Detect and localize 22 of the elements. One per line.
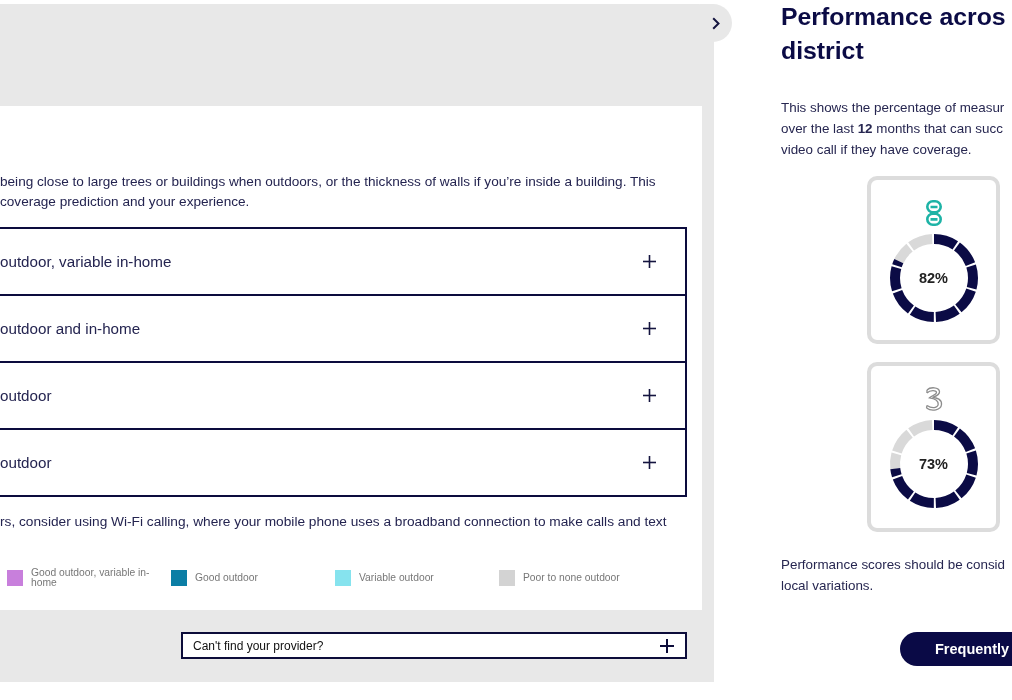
swirl-logo-icon (923, 386, 944, 412)
faq-button[interactable]: Frequently (900, 632, 1012, 666)
score-ring-remainder (893, 234, 934, 264)
plus-icon (643, 389, 656, 402)
plus-icon (660, 638, 674, 653)
coverage-info-text: being close to large trees or buildings when outdoors, or the thickness of walls if you’re inside a building. This coverage prediction and your experience. (0, 173, 657, 211)
plus-icon (643, 456, 656, 469)
performance-description: This shows the percentage of measur over the last 12 months that can succ video call if they have coverage. (781, 99, 1005, 159)
performance-note: Performance scores should be consid local variations. (781, 556, 1006, 595)
score-percentage: 82% (919, 270, 948, 286)
stacked-loops-logo-icon (925, 200, 942, 226)
provider-dropdown[interactable]: Can't find your provider? (181, 632, 687, 659)
legend-label: Poor to none outdoor (523, 573, 621, 583)
legend-label: Good outdoor (195, 573, 259, 583)
legend-label: Variable outdoor (359, 573, 435, 583)
chevron-right-icon (712, 16, 720, 30)
plus-icon (643, 322, 656, 335)
score-percentage: 73% (919, 456, 948, 472)
section-heading: Performance acros district (781, 2, 1006, 66)
wifi-calling-text: rs, consider using Wi-Fi calling, where your mobile phone uses a broadband connection to make calls and text (0, 513, 668, 531)
legend-label: Good outdoor, variable in-home (31, 568, 151, 588)
plus-icon (643, 255, 656, 268)
